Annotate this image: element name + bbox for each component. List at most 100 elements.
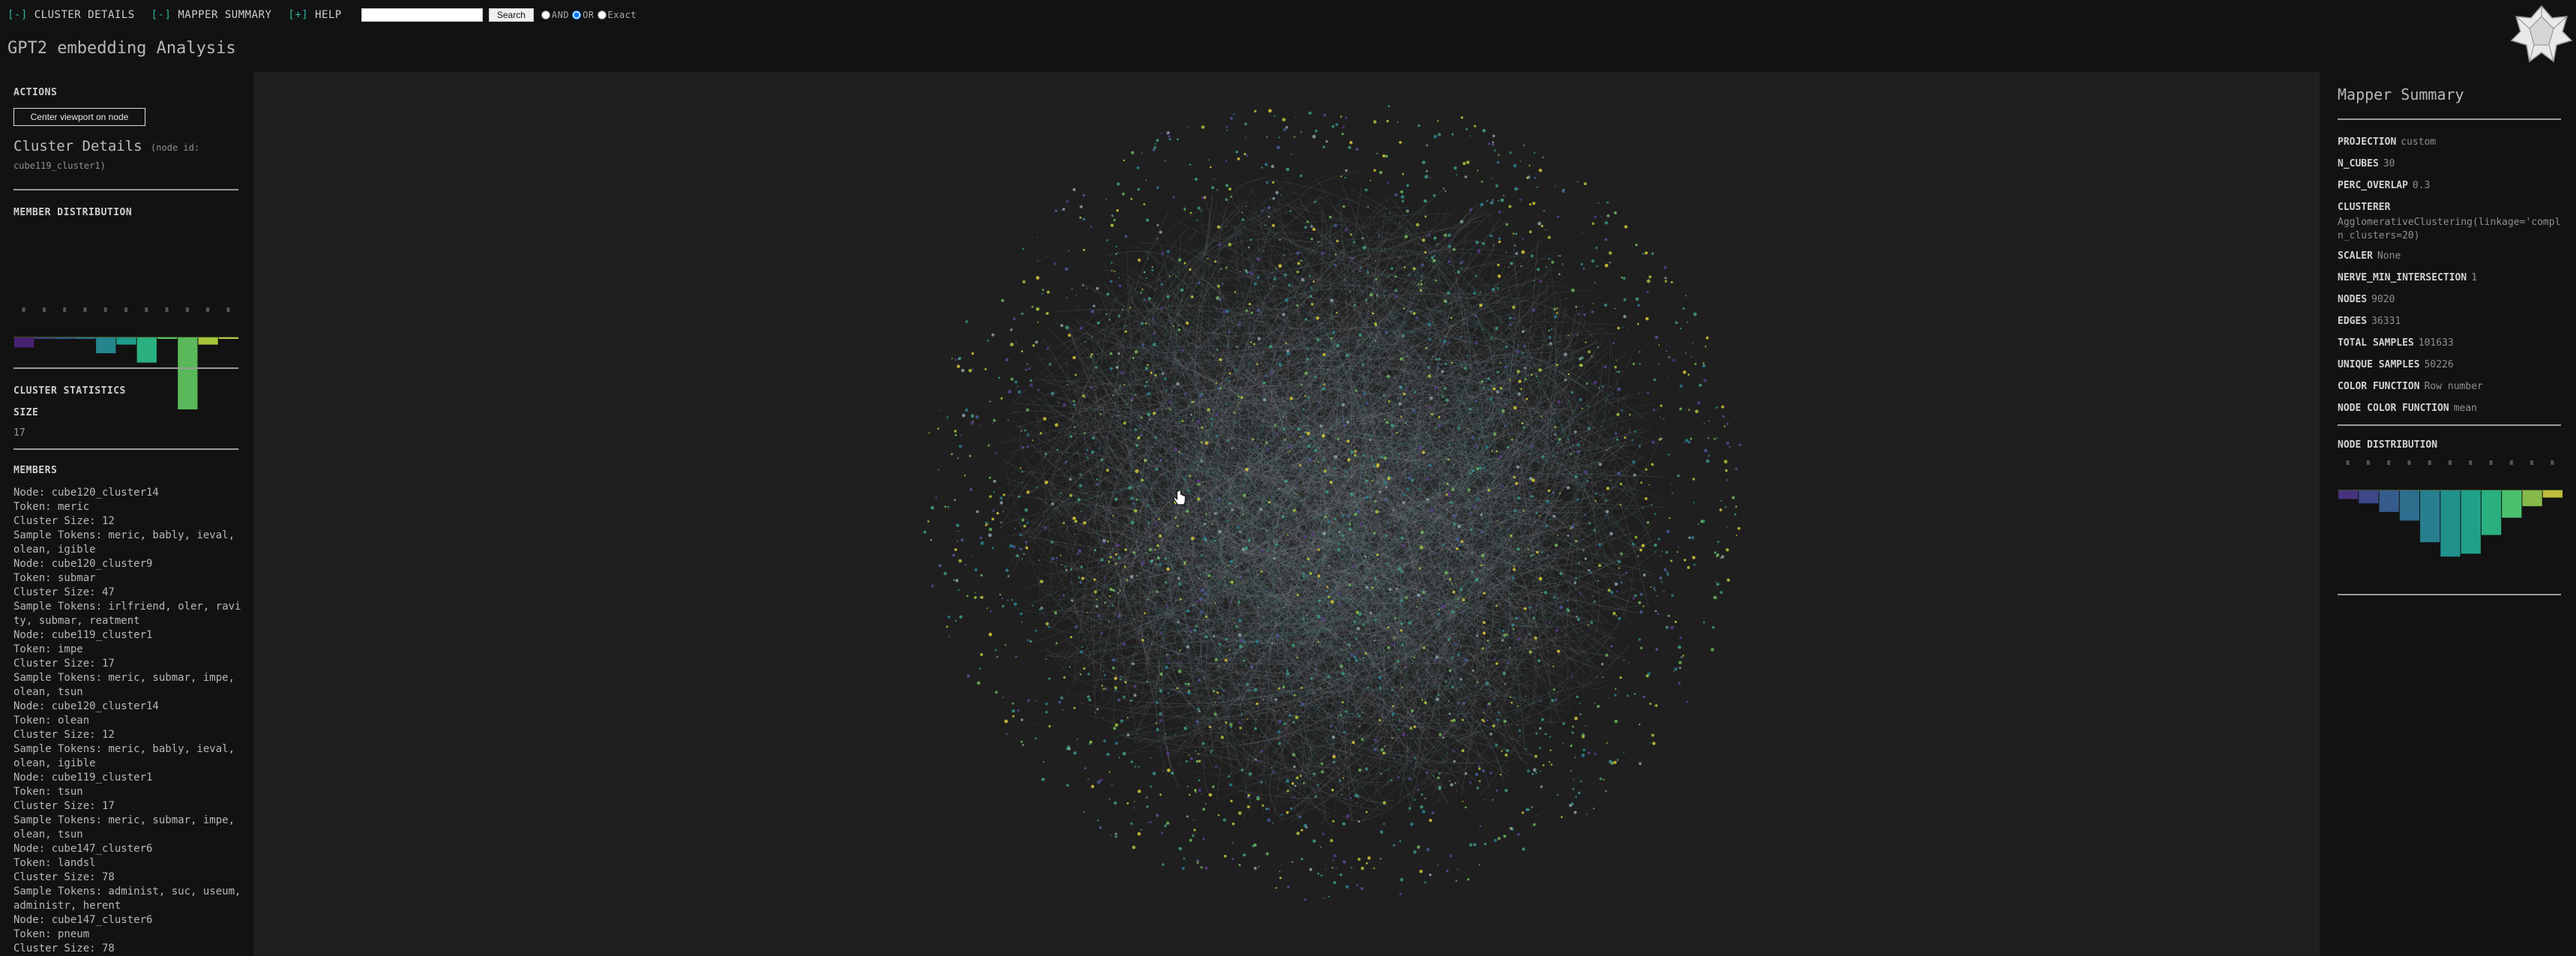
graph-node[interactable] <box>1321 616 1325 621</box>
graph-node[interactable] <box>1166 295 1170 298</box>
graph-node[interactable] <box>1354 450 1357 453</box>
graph-node[interactable] <box>1132 845 1136 850</box>
graph-node[interactable] <box>1143 271 1146 274</box>
graph-node[interactable] <box>1529 650 1532 654</box>
graph-node[interactable] <box>1048 362 1052 366</box>
graph-node[interactable] <box>1403 307 1405 310</box>
graph-node[interactable] <box>1602 493 1604 495</box>
graph-node[interactable] <box>1205 866 1209 870</box>
graph-node[interactable] <box>1661 550 1663 553</box>
graph-node[interactable] <box>1209 752 1212 754</box>
graph-node[interactable] <box>1025 546 1029 550</box>
graph-node[interactable] <box>1520 265 1523 267</box>
graph-node[interactable] <box>1476 681 1479 684</box>
graph-node[interactable] <box>1694 409 1699 413</box>
graph-node[interactable] <box>1191 834 1195 838</box>
graph-node[interactable] <box>1389 212 1391 214</box>
graph-node[interactable] <box>1687 565 1691 569</box>
graph-node[interactable] <box>1217 284 1221 288</box>
graph-node[interactable] <box>1481 242 1485 245</box>
graph-node[interactable] <box>1655 704 1658 707</box>
graph-node[interactable] <box>1512 628 1515 631</box>
graph-node[interactable] <box>1104 673 1107 676</box>
graph-node[interactable] <box>1463 361 1466 364</box>
graph-node[interactable] <box>1268 215 1271 218</box>
graph-node[interactable] <box>1271 767 1273 769</box>
graph-node[interactable] <box>1109 587 1113 592</box>
center-viewport-button[interactable]: Center viewport on node <box>13 108 145 126</box>
graph-node[interactable] <box>1519 487 1520 490</box>
graph-node[interactable] <box>1688 536 1691 539</box>
graph-node[interactable] <box>1322 387 1325 391</box>
graph-node[interactable] <box>1067 745 1071 749</box>
graph-node[interactable] <box>1000 521 1002 523</box>
graph-node[interactable] <box>930 505 935 510</box>
graph-node[interactable] <box>1349 141 1353 145</box>
graph-node[interactable] <box>1146 680 1149 683</box>
graph-node[interactable] <box>1426 498 1429 501</box>
graph-node[interactable] <box>1300 259 1302 262</box>
graph-node[interactable] <box>1194 790 1197 793</box>
graph-node[interactable] <box>1114 497 1118 502</box>
graph-node[interactable] <box>1683 559 1686 562</box>
graph-node[interactable] <box>1625 571 1628 574</box>
graph-node[interactable] <box>1489 397 1493 401</box>
graph-node[interactable] <box>1428 463 1432 467</box>
graph-node[interactable] <box>1019 533 1023 537</box>
graph-node[interactable] <box>969 454 972 457</box>
graph-node[interactable] <box>1024 508 1029 512</box>
graph-node[interactable] <box>1072 400 1075 403</box>
graph-node[interactable] <box>1466 878 1469 881</box>
graph-node[interactable] <box>1532 202 1535 205</box>
graph-node[interactable] <box>1699 383 1702 387</box>
graph-node[interactable] <box>1674 667 1678 671</box>
graph-node[interactable] <box>992 509 995 512</box>
graph-node[interactable] <box>1469 407 1472 411</box>
graph-node[interactable] <box>1239 576 1242 578</box>
graph-node[interactable] <box>1216 348 1219 351</box>
graph-node[interactable] <box>1176 687 1179 690</box>
graph-node[interactable] <box>1489 772 1493 775</box>
graph-node[interactable] <box>1082 193 1086 197</box>
graph-node[interactable] <box>1679 328 1682 330</box>
graph-node[interactable] <box>1262 381 1266 385</box>
graph-node[interactable] <box>1159 672 1164 676</box>
graph-node[interactable] <box>1428 406 1432 409</box>
graph-node[interactable] <box>1312 134 1316 139</box>
graph-node[interactable] <box>1553 315 1558 319</box>
graph-node[interactable] <box>1082 284 1084 287</box>
toggle-cluster-details[interactable]: [-] CLUSTER DETAILS <box>7 9 135 21</box>
graph-node[interactable] <box>1189 629 1193 632</box>
graph-node[interactable] <box>1215 765 1218 769</box>
graph-node[interactable] <box>1335 867 1337 870</box>
graph-node[interactable] <box>1182 867 1185 871</box>
graph-node[interactable] <box>1574 305 1577 308</box>
graph-node[interactable] <box>1122 343 1125 346</box>
graph-node[interactable] <box>1586 480 1589 483</box>
graph-node[interactable] <box>927 520 930 523</box>
graph-node[interactable] <box>1376 294 1379 296</box>
graph-node[interactable] <box>1405 596 1408 599</box>
graph-node[interactable] <box>1340 175 1343 178</box>
graph-node[interactable] <box>1180 661 1183 664</box>
graph-node[interactable] <box>1508 316 1512 319</box>
graph-node[interactable] <box>1671 594 1674 597</box>
graph-node[interactable] <box>1553 514 1556 518</box>
graph-node[interactable] <box>1517 832 1520 837</box>
graph-node[interactable] <box>1485 380 1487 382</box>
graph-node[interactable] <box>1265 590 1267 592</box>
graph-node[interactable] <box>1194 177 1198 181</box>
graph-node[interactable] <box>1062 593 1065 597</box>
graph-node[interactable] <box>1481 180 1484 183</box>
graph-node[interactable] <box>1147 257 1149 259</box>
graph-node[interactable] <box>1568 334 1569 337</box>
graph-node[interactable] <box>1194 750 1197 752</box>
graph-node[interactable] <box>1509 151 1512 154</box>
graph-node[interactable] <box>1664 277 1667 280</box>
graph-node[interactable] <box>1278 264 1282 268</box>
graph-node[interactable] <box>1047 290 1050 294</box>
graph-node[interactable] <box>1195 625 1198 628</box>
graph-node[interactable] <box>1143 298 1146 301</box>
graph-node[interactable] <box>1739 443 1742 447</box>
graph-node[interactable] <box>1238 402 1239 404</box>
